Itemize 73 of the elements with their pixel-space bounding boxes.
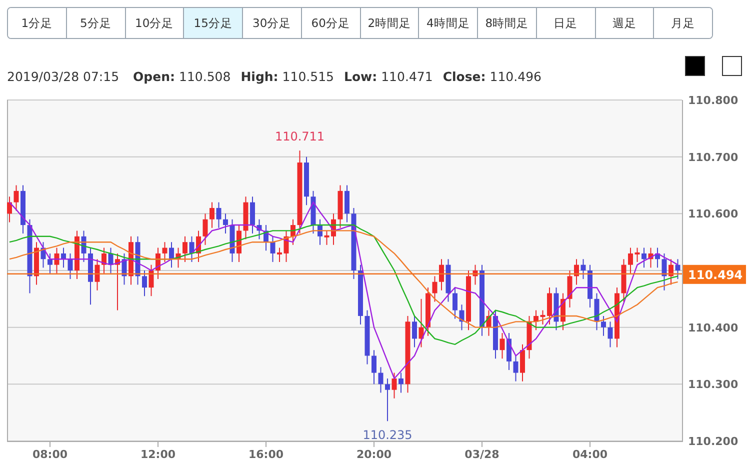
quote-label: Low: [344, 69, 378, 84]
price-label: 110.800 [688, 94, 738, 107]
candlestick [506, 332, 512, 370]
candlestick [148, 264, 154, 297]
candlestick [202, 213, 208, 246]
quote-label: Open: [133, 69, 175, 84]
candlestick [277, 247, 282, 262]
candlestick [580, 258, 586, 280]
price-label: 110.600 [688, 208, 738, 221]
candlestick [14, 184, 19, 212]
price-label: 110.400 [688, 321, 738, 334]
candlestick [412, 315, 417, 348]
price-label: 110.300 [688, 378, 738, 392]
candlestick [608, 321, 613, 348]
quote-label: Close: [442, 69, 486, 84]
quote-value: 110.471 [381, 69, 433, 84]
candlestick [500, 332, 505, 360]
candlestick [210, 202, 214, 228]
time-label: 16:00 [248, 448, 284, 461]
quote-value: 110.496 [490, 69, 542, 84]
candlestick [7, 196, 12, 223]
candlestick [392, 372, 397, 399]
current-price-tag: 110.494 [683, 264, 746, 284]
candlestick [68, 252, 73, 280]
candlestick [169, 242, 174, 268]
quote-value: 110.508 [179, 69, 231, 84]
candlestick [250, 196, 255, 234]
candlestick [344, 184, 350, 223]
candlestick [378, 366, 384, 394]
color-swatch-button[interactable] [685, 56, 705, 76]
price-label: 110.200 [688, 435, 738, 448]
candlestick [270, 236, 276, 262]
time-label: 12:00 [140, 448, 176, 461]
candlestick [520, 344, 525, 382]
candlestick [182, 236, 188, 262]
candlestick [642, 247, 646, 268]
candlestick [216, 202, 222, 228]
color-swatch-button[interactable] [722, 56, 742, 76]
candlestick [48, 252, 52, 274]
candlestick [628, 247, 633, 274]
candlestick [675, 258, 680, 280]
timeframe-tab[interactable]: 1分足 [8, 8, 67, 38]
candlestick [601, 315, 606, 336]
price-label: 110.700 [688, 150, 738, 164]
price-marker: 110.711 [274, 130, 325, 144]
candlestick [223, 213, 228, 234]
candlestick [102, 247, 106, 274]
ref-line-label: 110.494 [688, 268, 743, 282]
time-label: 20:00 [356, 448, 392, 461]
time-label: 08:00 [32, 448, 68, 461]
candlestick [236, 224, 242, 262]
candlestick [634, 247, 640, 262]
quote-label: High: [240, 69, 278, 84]
candlestick [432, 276, 438, 302]
candlestick [162, 242, 168, 262]
candlestick [142, 270, 147, 297]
quote-datetime: 2019/03/28 07:15 [7, 69, 120, 84]
candlestick [372, 350, 376, 385]
candlestick [662, 252, 667, 291]
time-label: 04:00 [572, 448, 608, 461]
candlestick [398, 372, 404, 394]
candlestick [385, 378, 390, 422]
candlestick [513, 355, 518, 382]
price-marker: 110.235 [362, 428, 412, 442]
candlestick [439, 258, 444, 291]
quote-value: 110.515 [282, 69, 334, 84]
candlestick [594, 292, 600, 331]
time-label: 03/28 [464, 448, 500, 461]
timeframe-tab[interactable]: 15分足 [184, 8, 243, 38]
candlestick [54, 247, 60, 274]
candlestick [94, 258, 100, 291]
candlestick [567, 270, 572, 308]
candlestick [452, 287, 458, 320]
